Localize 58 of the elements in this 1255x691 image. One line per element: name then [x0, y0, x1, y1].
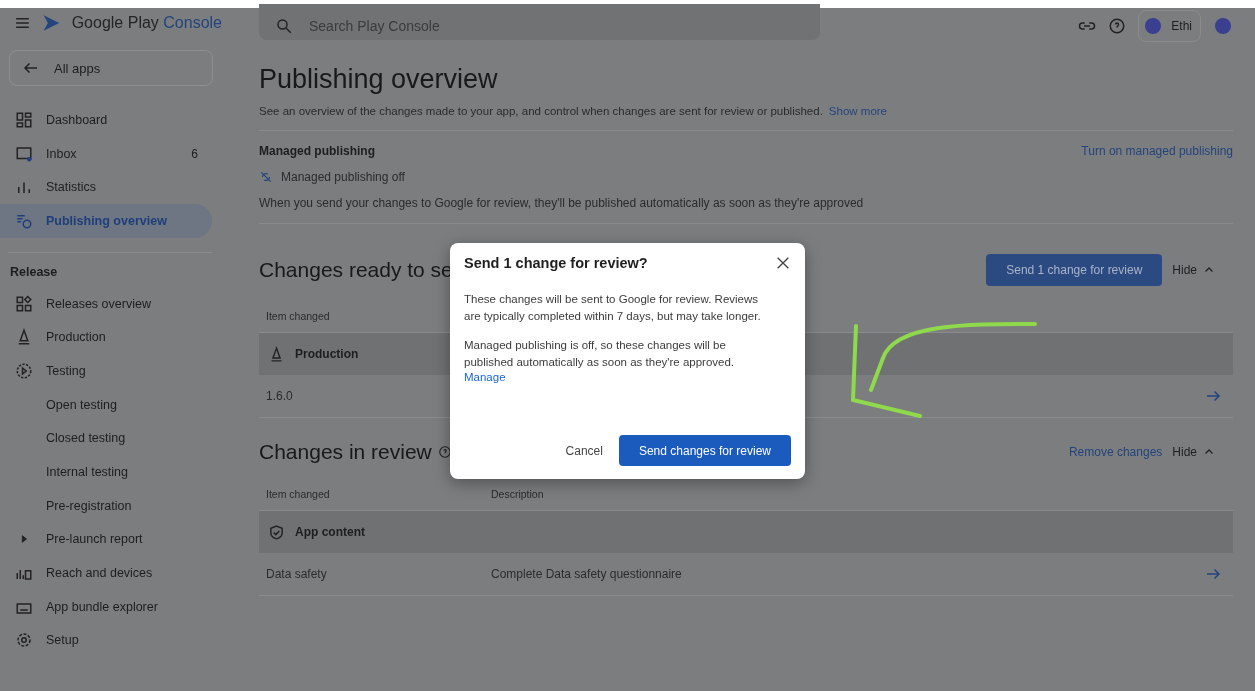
avatar-icon [1143, 16, 1164, 36]
shield-check-icon [268, 523, 285, 541]
play-circle-icon [15, 361, 33, 380]
search-bar[interactable]: Search Play Console [259, 4, 820, 40]
nav-item[interactable]: Internal testing [0, 455, 212, 489]
nav-item[interactable]: Inbox 6 [0, 136, 212, 171]
note-text: When you send your changes to Google for review, they'll be published automatically as soon as they're approved [259, 196, 865, 210]
dialog-title: Send 1 change for review? [464, 255, 648, 271]
nav-item[interactable]: Open testing [0, 387, 212, 422]
page-title: Publishing overview [259, 64, 499, 95]
dialog-text: Managed publishing is off, so these changes will be published automatically as soon as they're approved. [464, 338, 736, 370]
section-title: Release [9, 264, 59, 279]
table-cell: Complete Data safety questionnaire [484, 553, 1193, 596]
nav-item[interactable]: Closed testing [0, 421, 212, 456]
managed-publishing-title: Managed publishing [259, 144, 375, 158]
nav-item[interactable]: Testing [0, 354, 212, 388]
crossed-sync-icon [259, 170, 273, 184]
nav-item[interactable]: Pre-launch report [0, 522, 212, 557]
column-header: Description [490, 487, 545, 502]
intro-text: See an overview of the changes made to your app, and control when changes are sent for review or published. Show more [259, 105, 888, 117]
inbox-icon [15, 144, 33, 163]
hide-button[interactable]: Hide [1172, 445, 1233, 459]
nav-item[interactable]: Releases overview [0, 286, 212, 321]
column-header: Item changed [265, 487, 331, 502]
close-button[interactable] [775, 255, 791, 271]
nav-item[interactable]: Production [0, 320, 212, 355]
nav-item[interactable]: Dashboard [0, 103, 212, 137]
remove-changes-link[interactable]: Remove changes [1068, 445, 1163, 459]
all-apps-button[interactable]: All apps [9, 50, 213, 86]
send-changes-button[interactable]: Send changes for review [618, 435, 791, 466]
settings-icon [15, 631, 33, 650]
search-icon [275, 17, 293, 35]
grid-icon [15, 294, 33, 313]
dialog-text: These changes will be sent to Google for review. Reviews are typically completed within 7 days, but may take longer. [464, 292, 762, 324]
nav-item[interactable]: Publishing overview [0, 204, 212, 238]
nav-item[interactable]: Statistics [0, 170, 212, 205]
column-header: Item changed [265, 309, 331, 324]
turn-on-link[interactable]: Turn on managed publishing [1081, 144, 1233, 158]
dashboard-icon [15, 110, 33, 129]
status-text: Managed publishing off [281, 170, 405, 184]
cancel-button[interactable]: Cancel [565, 435, 603, 466]
app-title: Google Play Console [71, 14, 222, 32]
caret-icon [19, 534, 29, 545]
avatar-icon[interactable] [1213, 16, 1233, 36]
nav-item[interactable]: App bundle explorer [0, 589, 212, 624]
help-icon[interactable] [437, 445, 452, 459]
show-more-link[interactable]: Show more [828, 105, 887, 117]
hide-button[interactable]: Hide [1172, 263, 1233, 277]
send-button[interactable]: Send 1 change for review [986, 254, 1163, 286]
unread-count: 6 [191, 146, 198, 161]
nav-item[interactable]: Setup [0, 623, 212, 658]
nav-item[interactable]: Reach and devices [0, 556, 212, 590]
section-heading: Changes in review [259, 440, 432, 464]
group-row: App content [259, 510, 1233, 553]
nav-item[interactable]: Pre-registration [0, 488, 212, 523]
search-input[interactable]: Search Play Console [307, 17, 711, 35]
table-cell: Data safety [259, 553, 484, 596]
account-chip[interactable]: Ethi [1138, 10, 1201, 42]
